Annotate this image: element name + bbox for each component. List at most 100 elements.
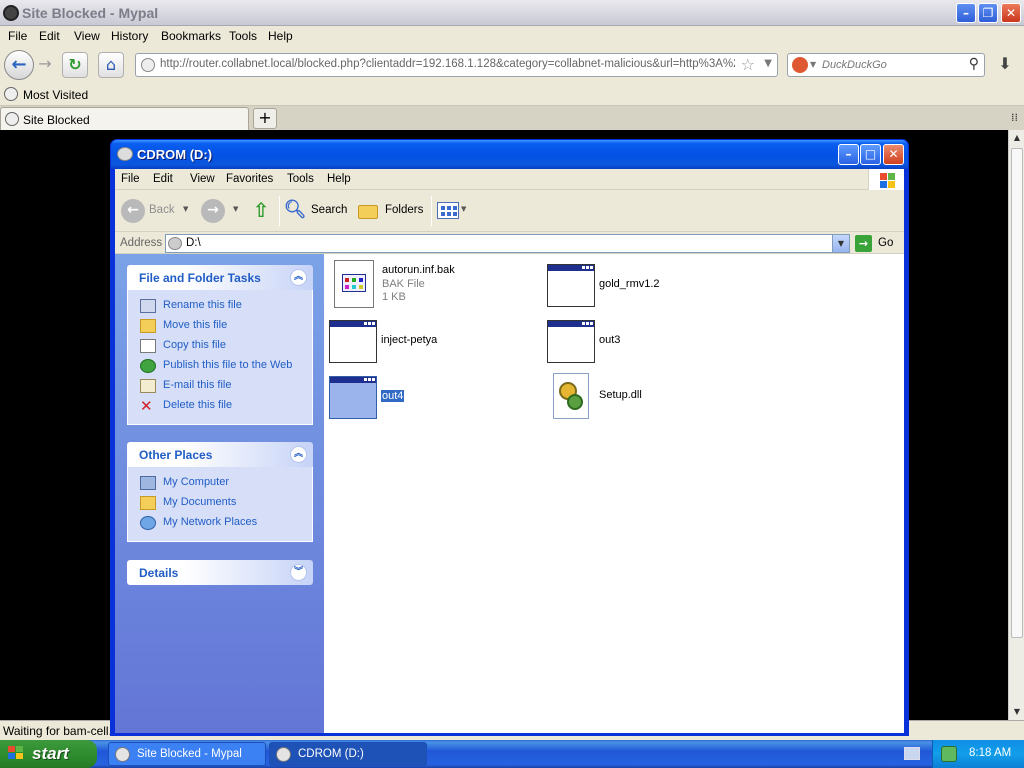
- download-icon[interactable]: ⬇: [991, 53, 1019, 77]
- bookmark-star-icon[interactable]: ☆: [741, 55, 755, 74]
- page-scrollbar[interactable]: ▲ ▼: [1008, 130, 1024, 720]
- panel-title: File and Folder Tasks: [139, 271, 261, 285]
- task-publish[interactable]: Publish this file to the Web: [128, 356, 312, 376]
- file-item[interactable]: out3: [547, 318, 757, 370]
- views-button[interactable]: [437, 198, 463, 224]
- file-item[interactable]: Setup.dll: [547, 372, 757, 424]
- views-dropdown-icon[interactable]: ▼: [461, 205, 466, 213]
- url-text[interactable]: http://router.collabnet.local/blocked.ph…: [160, 58, 735, 70]
- scroll-thumb[interactable]: [1011, 148, 1023, 638]
- explorer-maximize-button[interactable]: □: [860, 144, 881, 165]
- place-my-computer[interactable]: My Computer: [128, 473, 312, 493]
- search-engine-dropdown-icon[interactable]: ▼: [810, 60, 816, 69]
- back-button[interactable]: ← Back: [121, 198, 183, 224]
- file-type: BAK File: [382, 278, 425, 290]
- clock[interactable]: 8:18 AM: [969, 747, 1011, 759]
- keyboard-language-icon[interactable]: [904, 747, 920, 760]
- search-placeholder[interactable]: DuckDuckGo: [822, 59, 887, 71]
- scroll-up-icon[interactable]: ▲: [1009, 130, 1024, 146]
- task-email[interactable]: E-mail this file: [128, 376, 312, 396]
- url-dropdown-icon[interactable]: ▼: [764, 58, 772, 69]
- task-label[interactable]: Publish this file to the Web: [163, 359, 292, 371]
- home-icon[interactable]: ⌂: [98, 52, 124, 78]
- address-drive-icon: [168, 237, 182, 250]
- explorer-menu-file[interactable]: File: [121, 173, 140, 185]
- menu-view[interactable]: View: [74, 29, 100, 43]
- duckduckgo-icon[interactable]: [792, 57, 808, 73]
- folders-button[interactable]: Folders: [357, 198, 427, 224]
- explorer-menu-tools[interactable]: Tools: [287, 173, 314, 185]
- go-button[interactable]: → Go: [855, 234, 903, 253]
- explorer-menu-help[interactable]: Help: [327, 173, 351, 185]
- place-label[interactable]: My Network Places: [163, 516, 257, 528]
- other-places-header[interactable]: Other Places ︽: [127, 442, 313, 467]
- menu-help[interactable]: Help: [268, 29, 293, 43]
- explorer-minimize-button[interactable]: –: [838, 144, 859, 165]
- search-button[interactable]: 🔍︎ Search: [283, 198, 349, 224]
- collapse-chevron-icon[interactable]: ︽: [290, 446, 307, 463]
- expand-chevron-icon[interactable]: ︾: [290, 564, 307, 581]
- address-field[interactable]: D:\ ▼: [165, 234, 850, 253]
- start-button[interactable]: start: [0, 740, 97, 768]
- explorer-menu-favorites[interactable]: Favorites: [226, 173, 273, 185]
- task-label[interactable]: Move this file: [163, 319, 227, 331]
- place-my-network[interactable]: My Network Places: [128, 513, 312, 533]
- folders-label: Folders: [385, 204, 424, 216]
- file-item[interactable]: inject-petya: [329, 318, 539, 370]
- rename-icon: [140, 299, 156, 313]
- explorer-menu-edit[interactable]: Edit: [153, 173, 173, 185]
- task-delete[interactable]: ✕ Delete this file: [128, 396, 312, 416]
- collapse-chevron-icon[interactable]: ︽: [290, 269, 307, 286]
- menu-file[interactable]: File: [8, 29, 27, 43]
- taskbar-item-browser[interactable]: Site Blocked - Mypal: [108, 742, 266, 766]
- task-label[interactable]: Copy this file: [163, 339, 226, 351]
- explorer-menu-view[interactable]: View: [190, 173, 215, 185]
- explorer-close-button[interactable]: ✕: [883, 144, 904, 165]
- file-item[interactable]: gold_rmv1.2: [547, 262, 757, 314]
- task-rename[interactable]: Rename this file: [128, 296, 312, 316]
- place-label[interactable]: My Computer: [163, 476, 229, 488]
- place-my-documents[interactable]: My Documents: [128, 493, 312, 513]
- network-tray-icon[interactable]: [941, 746, 957, 762]
- search-icon[interactable]: ⚲: [969, 56, 979, 72]
- menu-bookmarks[interactable]: Bookmarks: [161, 29, 221, 43]
- taskbar-item-explorer[interactable]: CDROM (D:): [269, 742, 427, 766]
- address-dropdown-icon[interactable]: ▼: [832, 235, 849, 252]
- minimize-button[interactable]: –: [956, 3, 976, 23]
- restore-button[interactable]: ❐: [978, 3, 998, 23]
- file-item-selected[interactable]: out4: [329, 374, 539, 426]
- task-label[interactable]: E-mail this file: [163, 379, 231, 391]
- menu-tools[interactable]: Tools: [229, 29, 257, 43]
- url-bar[interactable]: http://router.collabnet.local/blocked.ph…: [135, 53, 778, 77]
- tab-site-blocked[interactable]: Site Blocked: [0, 107, 249, 130]
- bookmark-most-visited[interactable]: Most Visited: [23, 88, 88, 102]
- browser-titlebar[interactable]: Site Blocked - Mypal – ❐ ✕: [0, 0, 1024, 26]
- explorer-titlebar[interactable]: CDROM (D:) – □ ✕: [111, 140, 908, 169]
- email-icon: [140, 379, 156, 393]
- new-tab-button[interactable]: +: [253, 108, 277, 129]
- menu-edit[interactable]: Edit: [39, 29, 60, 43]
- file-item[interactable]: autorun.inf.bak BAK File 1 KB: [330, 260, 540, 312]
- task-copy[interactable]: Copy this file: [128, 336, 312, 356]
- up-folder-button[interactable]: ⇧: [249, 198, 275, 224]
- reload-icon[interactable]: ↻: [62, 52, 88, 78]
- address-value[interactable]: D:\: [186, 237, 201, 249]
- close-button[interactable]: ✕: [1001, 3, 1021, 23]
- tab-list-icon[interactable]: ⁞⁞: [1011, 111, 1018, 124]
- menu-history[interactable]: History: [111, 29, 148, 43]
- task-move[interactable]: Move this file: [128, 316, 312, 336]
- forward-arrow-icon[interactable]: →: [35, 52, 55, 78]
- task-label[interactable]: Delete this file: [163, 399, 232, 411]
- details-header[interactable]: Details ︾: [127, 560, 313, 585]
- file-folder-tasks-header[interactable]: File and Folder Tasks ︽: [127, 265, 313, 290]
- scroll-down-icon[interactable]: ▼: [1009, 704, 1024, 720]
- file-name: out3: [599, 334, 621, 346]
- search-bar[interactable]: ▼ DuckDuckGo ⚲: [787, 53, 985, 77]
- forward-dropdown-icon[interactable]: ▼: [233, 205, 238, 213]
- site-identity-icon[interactable]: [141, 58, 155, 72]
- task-label[interactable]: Rename this file: [163, 299, 242, 311]
- back-dropdown-icon[interactable]: ▼: [183, 205, 188, 213]
- place-label[interactable]: My Documents: [163, 496, 236, 508]
- back-arrow-icon[interactable]: ←: [4, 50, 34, 80]
- forward-button[interactable]: →: [201, 198, 225, 224]
